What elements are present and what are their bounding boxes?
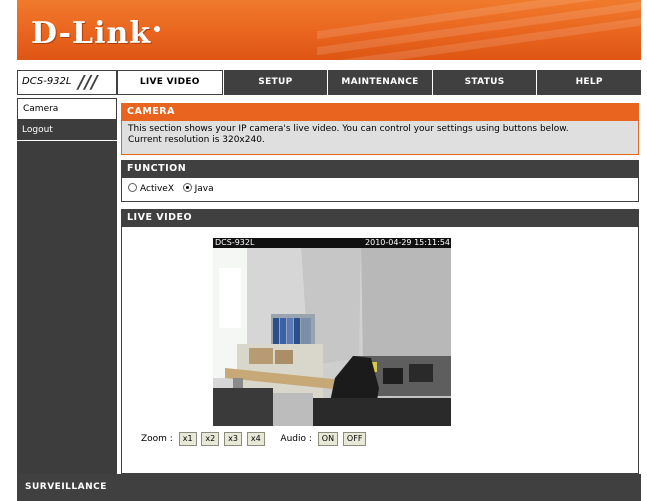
camera-description-line1: This section shows your IP camera's live… xyxy=(128,124,569,134)
video-controls: Zoom : x1 x2 x3 x4 Audio : ON OFF xyxy=(141,432,368,446)
tab-status[interactable]: STATUS xyxy=(431,70,537,95)
camera-description: This section shows your IP camera's live… xyxy=(121,121,639,155)
sidebar-item-camera[interactable]: Camera xyxy=(17,98,117,120)
footer: SURVEILLANCE xyxy=(17,474,641,501)
top-nav: LIVE VIDEO SETUP MAINTENANCE STATUS HELP xyxy=(117,70,641,95)
header-banner: D-Link xyxy=(17,0,641,60)
function-section-title: FUNCTION xyxy=(121,160,639,178)
java-label: Java xyxy=(194,184,214,194)
sidebar-item-logout[interactable]: Logout xyxy=(17,120,117,141)
model-label: DCS-932L xyxy=(22,76,72,87)
video-overlay-bar: DCS-932L 2010-04-29 15:11:54 xyxy=(213,238,451,248)
zoom-x3-button[interactable]: x3 xyxy=(224,432,242,446)
video-camera-name: DCS-932L xyxy=(215,238,255,247)
video-timestamp: 2010-04-29 15:11:54 xyxy=(365,238,450,247)
zoom-x1-button[interactable]: x1 xyxy=(178,432,197,446)
model-badge: DCS-932L /// xyxy=(17,70,117,95)
function-options: ActiveX Java xyxy=(121,178,639,202)
camera-resolution-text: Current resolution is 320x240. xyxy=(128,135,265,145)
tab-help[interactable]: HELP xyxy=(536,70,641,95)
tab-maintenance[interactable]: MAINTENANCE xyxy=(327,70,432,95)
zoom-label: Zoom : xyxy=(141,434,173,444)
zoom-x2-button[interactable]: x2 xyxy=(201,432,220,446)
live-video-panel: DCS-932L 2010-04-29 15:11:54 Zoom: x1 x… xyxy=(121,227,639,474)
tab-setup[interactable]: SETUP xyxy=(222,70,328,95)
footer-surveillance-label: SURVEILLANCE xyxy=(25,482,107,492)
sidebar: Camera Logout xyxy=(17,97,117,474)
model-slash-decoration: /// xyxy=(78,72,98,93)
audio-off-button[interactable]: OFF xyxy=(342,432,367,446)
audio-on-button[interactable]: ON xyxy=(317,432,339,446)
dlink-logo: D-Link xyxy=(31,16,161,51)
audio-label: Audio : xyxy=(280,434,312,444)
live-video-section-title: LIVE VIDEO xyxy=(121,209,639,227)
tab-live-video[interactable]: LIVE VIDEO xyxy=(117,70,223,95)
camera-section-title: CAMERA xyxy=(121,103,639,121)
activex-label: ActiveX xyxy=(140,184,175,194)
activex-radio[interactable] xyxy=(128,183,137,192)
live-video-feed[interactable]: DCS-932L 2010-04-29 15:11:54 xyxy=(213,238,451,426)
zoom-x4-button[interactable]: x4 xyxy=(246,432,265,446)
header-spacer xyxy=(17,60,641,68)
java-radio[interactable] xyxy=(182,183,192,192)
office-scene-image xyxy=(213,238,451,426)
